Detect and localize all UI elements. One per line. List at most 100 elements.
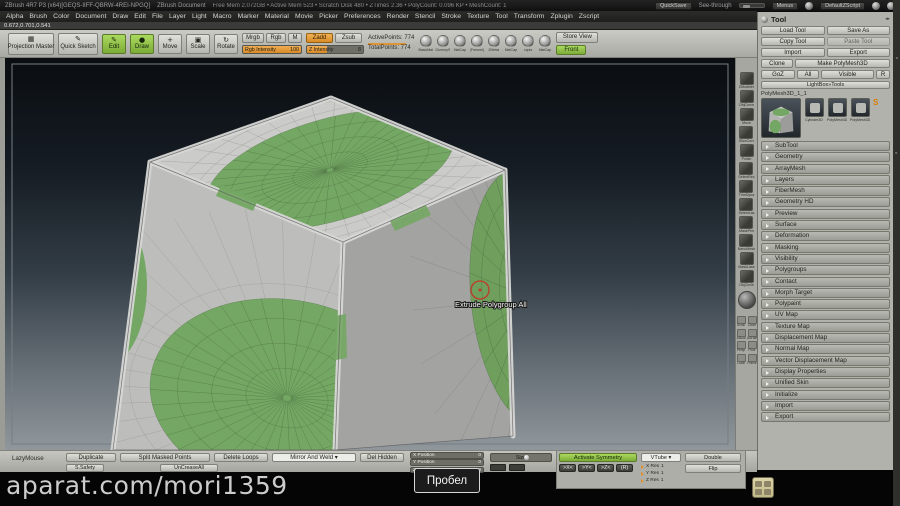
quick-pick-item[interactable]: SelectLas [739,198,754,215]
edit-button[interactable]: ✎ Edit [102,33,126,54]
export-button[interactable]: Export [826,48,890,57]
menu-item[interactable]: Picker [319,13,338,20]
quick-pick-item[interactable]: Move [739,108,754,125]
symmetry-axis-button[interactable]: (R) [616,464,633,472]
scale-button[interactable]: ▣ Scale [186,33,210,54]
tool-section-header[interactable]: Display Properties [761,366,890,377]
delete-loops-button[interactable]: Delete Loops [214,453,268,462]
divider-arrow-icon[interactable]: ◂ [895,55,897,60]
tool-section-header[interactable]: Geometry [761,152,890,163]
tool-section-header[interactable]: Polygroups [761,265,890,276]
position-slider[interactable]: X Position 0 [410,452,484,459]
quick-sketch-button[interactable]: ✎ Quick Sketch [58,32,98,55]
menu-item[interactable]: Light [192,13,207,20]
menu-item[interactable]: Material [265,13,289,20]
del-hidden-button[interactable]: Del Hidden [360,453,404,462]
vtube-dropdown[interactable]: VTube ▾ [641,453,681,462]
lightbox-tools-button[interactable]: LightBox»Tools [761,81,890,89]
mrgb-button[interactable]: Mrgb [242,32,264,44]
menu-item[interactable]: Zscript [579,13,599,20]
tool-section-header[interactable]: Polypaint [761,299,890,310]
symmetry-axis-button[interactable]: >Y< [578,464,595,472]
menu-item[interactable]: Color [53,13,69,20]
material-swatch[interactable]: MatCap [503,35,518,52]
quicksave-button[interactable]: QuickSave [654,1,692,10]
load-tool-button[interactable]: Load Tool [761,26,825,35]
size-value-box[interactable] [509,464,525,471]
viewport-nav-item[interactable]: AAHalf [747,328,757,341]
simple-brush-icon[interactable]: S [873,98,878,108]
goz-visible-button[interactable]: Visible [821,70,874,79]
res-slider[interactable]: Y Res 1 [641,470,681,477]
tool-section-header[interactable]: Geometry HD [761,197,890,208]
symmetry-axis-button[interactable]: >X< [559,464,576,472]
size-slider[interactable]: Size [490,453,552,462]
tool-section-header[interactable]: Displacement Map [761,333,890,344]
tool-thumb[interactable]: PolyMesh3D [827,98,847,122]
draw-button[interactable]: ● Draw [130,33,154,54]
viewport-nav-item[interactable]: Local [736,353,746,366]
tool-section-header[interactable]: Masking [761,242,890,253]
rgb-intensity-slider[interactable]: Rgb Intensity 100 [242,45,302,55]
menu-item[interactable]: Marker [238,13,259,20]
save-as-button[interactable]: Save As [826,26,890,35]
viewport-nav-item[interactable]: Scroll [736,316,746,328]
goz-r-button[interactable]: R [876,70,890,79]
quick-pick-item[interactable]: ObjCircle [739,270,754,287]
clone-button[interactable]: Clone [761,59,793,68]
material-swatch[interactable]: GummySh [435,35,450,52]
tool-section-header[interactable]: Contact [761,276,890,287]
res-slider[interactable]: X Res 1 [641,463,681,470]
tool-section-header[interactable]: Normal Map [761,344,890,355]
quick-pick-item[interactable]: SelectRec [738,162,755,179]
menu-item[interactable]: Alpha [6,13,23,20]
front-view-button[interactable]: Front [556,44,587,56]
menu-item[interactable]: Movie [295,13,313,20]
mirror-and-weld-dropdown[interactable]: Mirror And Weld ▾ [272,453,356,462]
tool-thumb[interactable]: PolyMesh3D [850,98,870,122]
menu-item[interactable]: Draw [112,13,128,20]
paste-tool-button[interactable]: Paste Tool [826,37,890,46]
tool-section-header[interactable]: Surface [761,220,890,231]
right-edge-divider[interactable]: ◂ ▸ [893,0,900,506]
goz-button[interactable]: GoZ [761,70,795,79]
default-zscript-button[interactable]: DefaultZScript [820,1,865,10]
tool-section-header[interactable]: UV Map [761,310,890,321]
rgb-button[interactable]: Rgb [266,32,286,44]
viewport-nav-item[interactable]: Floor [747,341,757,353]
move-button[interactable]: + Move [158,33,182,54]
viewport-canvas[interactable]: Extrude Polygroup All [5,58,735,450]
material-swatch[interactable]: BasicMat [418,35,433,52]
quick-pick-item[interactable]: MaskPen [739,216,754,233]
tool-thumb[interactable]: Cylinder3D [804,98,824,122]
tool-section-header[interactable]: Deformation [761,231,890,242]
viewport-nav-item[interactable]: Actual [736,328,746,341]
palette-collapse-icon[interactable]: ◂▸ [885,16,890,22]
size-slider-handle[interactable] [524,455,529,460]
menu-item[interactable]: Texture [467,13,489,20]
quick-pick-item[interactable]: SliceCurv [739,126,754,143]
m-button[interactable]: M [288,32,302,44]
divider-arrow-icon[interactable]: ▸ [895,150,897,155]
flip-button[interactable]: Flip [685,464,741,473]
tool-section-header[interactable]: SubTool [761,141,890,151]
zadd-button[interactable]: Zadd [306,32,333,44]
symmetry-axis-button[interactable]: >Z< [597,464,614,472]
material-ball-icon[interactable] [805,1,814,10]
quick-pick-item[interactable]: Polish [739,144,754,161]
menu-item[interactable]: Render [387,13,409,20]
current-tool-thumb[interactable] [761,98,801,138]
position-slider[interactable]: Y Position 0 [410,459,484,466]
tool-section-header[interactable]: Vector Displacement Map [761,355,890,366]
double-button[interactable]: Double [685,453,741,462]
tool-section-header[interactable]: ArrayMesh [761,163,890,174]
import-button[interactable]: Import [761,48,825,57]
menu-item[interactable]: Stroke [441,13,461,20]
quick-pick-item[interactable]: TrimDyna [739,180,754,197]
macro-button[interactable] [752,477,774,498]
viewport-nav-item[interactable]: Persp [736,341,746,353]
material-swatch[interactable]: MatCap [537,35,552,52]
menu-item[interactable]: Brush [29,13,47,20]
size-value-box[interactable] [490,464,506,471]
menu-item[interactable]: Stencil [415,13,435,20]
